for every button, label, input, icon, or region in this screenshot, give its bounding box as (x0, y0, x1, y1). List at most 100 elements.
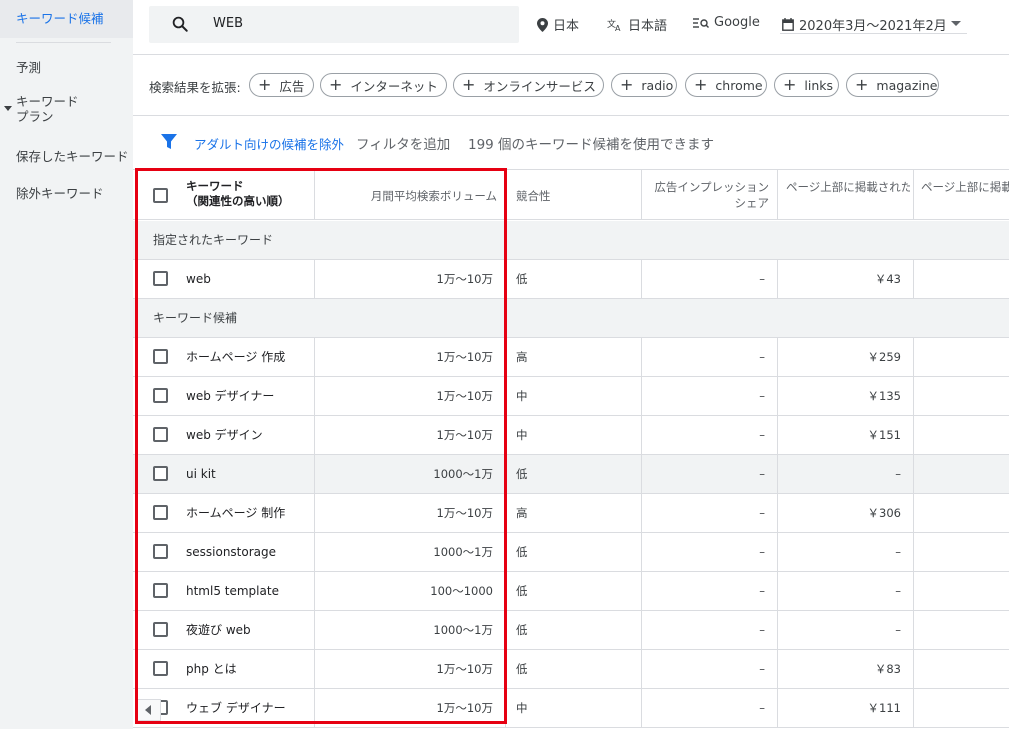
row-checkbox[interactable] (153, 271, 168, 286)
select-all-checkbox[interactable] (153, 188, 168, 203)
header-competition[interactable]: 競合性 (506, 170, 642, 220)
impression-cell: – (642, 260, 778, 298)
header-impression-line1: 広告インプレッション (654, 180, 769, 194)
exclude-adult-link[interactable]: アダルト向けの候補を除外 (194, 134, 344, 153)
top-bar: WEB 日本 文A 日本語 Google 2020年3月～2021年2月 (133, 0, 1009, 55)
sidebar-item-forecast[interactable]: 予測 (0, 57, 133, 76)
row-checkbox[interactable] (153, 583, 168, 598)
keyword-cell: web (133, 260, 315, 298)
top-bid-high-cell (914, 455, 1009, 493)
date-range-label: 2020年3月～2021年2月 (799, 19, 947, 34)
bid_low-cell: ￥83 (778, 650, 914, 688)
sidebar-item-keyword-plan[interactable]: キーワード プラン (0, 94, 133, 124)
bid_low-cell: ￥135 (778, 377, 914, 415)
scroll-left-button[interactable] (137, 699, 161, 721)
date-range-underline (780, 33, 967, 34)
location-selector[interactable]: 日本 (537, 15, 579, 34)
table-row[interactable]: ui kit 1000～1万低 – – (133, 455, 1009, 494)
chip-label: links (804, 77, 834, 93)
dropdown-arrow-icon[interactable] (951, 21, 961, 26)
volume-cell: 1万～10万 (315, 650, 506, 688)
keyword-text: html5 template (186, 584, 279, 598)
keyword-text: web (186, 272, 211, 286)
table-row[interactable]: web 1万～10万低 – ￥43 (133, 260, 1009, 299)
bid_low-cell: – (778, 572, 914, 610)
sidebar-item-saved-keywords[interactable]: 保存したキーワード (0, 146, 133, 165)
search-network-icon (693, 17, 709, 28)
bid_low-cell: – (778, 611, 914, 649)
volume-cell: 1000～1万 (315, 611, 506, 649)
chip-label: 広告 (279, 78, 305, 94)
sidebar-item-negative-keywords[interactable]: 除外キーワード (0, 183, 133, 202)
date-range-selector[interactable]: 2020年3月～2021年2月 (782, 15, 947, 34)
volume-cell: 100～1000 (315, 572, 506, 610)
competition-cell: 低 (506, 572, 642, 610)
table-row[interactable]: web デザイン 1万～10万中 – ￥151 (133, 416, 1009, 455)
bid_low-cell: ￥43 (778, 260, 914, 298)
row-checkbox[interactable] (153, 622, 168, 637)
table-row[interactable]: ホームページ 作成 1万～10万高 – ￥259 (133, 338, 1009, 377)
bid_low-cell: ￥306 (778, 494, 914, 532)
header-top-bid-low[interactable]: ページ上部に掲載された (778, 170, 914, 220)
impression-cell: – (642, 572, 778, 610)
keyword-text: web デザイン (186, 428, 263, 442)
competition-cell: 低 (506, 533, 642, 571)
plus-icon: + (855, 75, 869, 94)
header-top-bid-high[interactable]: ページ上部に掲載 (914, 170, 1009, 220)
add-filter-button[interactable]: フィルタを追加 (356, 133, 450, 153)
competition-cell: 高 (506, 338, 642, 376)
header-volume[interactable]: 月間平均検索ボリューム (315, 170, 506, 220)
row-checkbox[interactable] (153, 349, 168, 364)
competition-cell: 高 (506, 494, 642, 532)
header-keyword[interactable]: キーワード （関連性の高い順） (133, 170, 315, 220)
row-checkbox[interactable] (153, 427, 168, 442)
table-row[interactable]: sessionstorage 1000～1万低 – – (133, 533, 1009, 572)
table-row[interactable]: web デザイナー 1万～10万中 – ￥135 (133, 377, 1009, 416)
group-header-row: キーワード候補 (133, 299, 1009, 338)
chip-chrome[interactable]: + chrome (685, 73, 767, 97)
svg-text:A: A (615, 24, 621, 32)
keyword-text: ホームページ 制作 (186, 506, 286, 520)
chip-magazine[interactable]: + magazine (846, 73, 939, 97)
impression-cell: – (642, 533, 778, 571)
search-icon (172, 16, 188, 32)
row-checkbox[interactable] (153, 661, 168, 676)
language-selector[interactable]: 文A 日本語 (607, 15, 667, 35)
chip-radio[interactable]: + radio (611, 73, 677, 97)
keyword-cell: ホームページ 作成 (133, 338, 315, 376)
chip-internet[interactable]: + インターネット (320, 73, 447, 97)
header-volume-label: 月間平均検索ボリューム (370, 189, 497, 203)
table-row[interactable]: 夜遊び web 1000～1万低 – – (133, 611, 1009, 650)
network-selector[interactable]: Google (693, 15, 760, 30)
sidebar-item-keyword-ideas[interactable]: キーワード候補 (0, 0, 133, 38)
expand-results-bar: 検索結果を拡張: + 広告 + インターネット + オンラインサービス + radio … (133, 56, 1009, 116)
keyword-cell: ui kit (133, 455, 315, 493)
table-row[interactable]: php とは 1万～10万低 – ￥83 (133, 650, 1009, 689)
chip-online-services[interactable]: + オンラインサービス (453, 73, 604, 97)
keyword-text: web デザイナー (186, 389, 275, 403)
chip-links[interactable]: + links (774, 73, 839, 97)
header-impression-share[interactable]: 広告インプレッション シェア (642, 170, 778, 220)
volume-cell: 1万～10万 (315, 260, 506, 298)
volume-cell: 1万～10万 (315, 338, 506, 376)
chip-label: radio (641, 77, 674, 93)
translate-icon: 文A (607, 18, 621, 32)
impression-cell: – (642, 494, 778, 532)
competition-cell: 低 (506, 650, 642, 688)
row-checkbox[interactable] (153, 466, 168, 481)
row-checkbox[interactable] (153, 544, 168, 559)
table-row[interactable]: ウェブ デザイナー 1万～10万中 – ￥111 (133, 689, 1009, 728)
header-competition-label: 競合性 (516, 189, 551, 203)
plus-icon: + (620, 75, 634, 94)
keyword-cell: web デザイナー (133, 377, 315, 415)
top-bid-high-cell (914, 260, 1009, 298)
row-checkbox[interactable] (153, 505, 168, 520)
chip-ads[interactable]: + 広告 (249, 73, 314, 97)
search-input[interactable]: WEB (149, 6, 519, 43)
plus-icon: + (694, 75, 708, 94)
location-label: 日本 (553, 19, 580, 34)
table-row[interactable]: ホームページ 制作 1万～10万高 – ￥306 (133, 494, 1009, 533)
filter-icon[interactable] (161, 134, 177, 150)
row-checkbox[interactable] (153, 388, 168, 403)
table-row[interactable]: html5 template 100～1000 低 – – (133, 572, 1009, 611)
